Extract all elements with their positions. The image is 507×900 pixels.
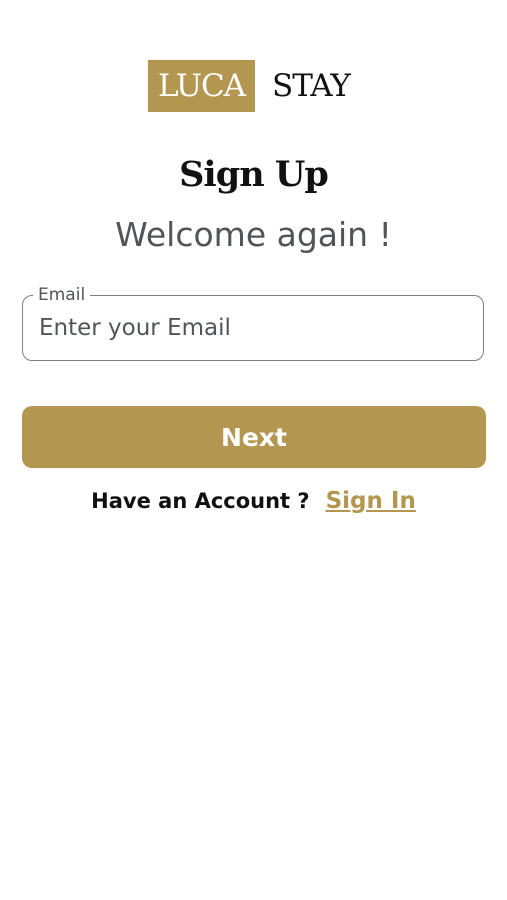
page-subtitle: Welcome again !	[115, 215, 392, 254]
sign-in-link[interactable]: Sign In	[326, 488, 416, 514]
account-prompt: Have an Account ?	[91, 489, 310, 513]
email-field[interactable]	[23, 296, 483, 360]
account-row: Have an Account ? Sign In	[0, 488, 507, 514]
brand-logo-text: STAY	[272, 68, 351, 104]
next-button[interactable]: Next	[22, 406, 486, 468]
brand-logo-box: LUCA	[148, 60, 255, 112]
brand-logo: LUCA STAY	[148, 60, 351, 112]
email-field-container: Email	[22, 285, 484, 361]
page-title: Sign Up	[179, 154, 329, 195]
signup-screen: LUCA STAY Sign Up Welcome again ! Email …	[0, 0, 507, 900]
